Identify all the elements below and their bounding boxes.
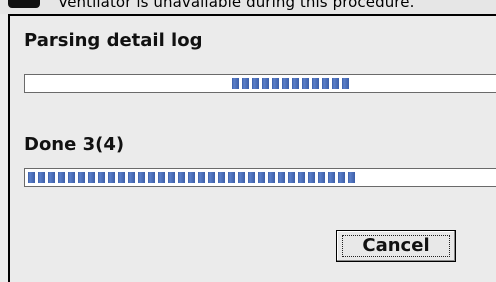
dialog-title: Parsing detail log: [24, 30, 203, 51]
cancel-button-label: Cancel: [362, 235, 430, 256]
overall-progress-bar: [24, 168, 496, 187]
indeterminate-progress-bar: [24, 74, 496, 93]
background-window-message: Ventilator is unavailable during this pr…: [58, 0, 415, 11]
progress-dialog: Parsing detail log Done 3(4) Cancel: [8, 14, 496, 282]
indeterminate-progress-blocks: [232, 78, 349, 89]
background-window-strip: Ventilator is unavailable during this pr…: [0, 0, 496, 14]
status-badge-icon: [8, 0, 40, 8]
screen: Ventilator is unavailable during this pr…: [0, 0, 496, 282]
overall-progress-fill: [28, 172, 355, 183]
status-text: Done 3(4): [24, 134, 125, 155]
cancel-button[interactable]: Cancel: [336, 230, 456, 262]
